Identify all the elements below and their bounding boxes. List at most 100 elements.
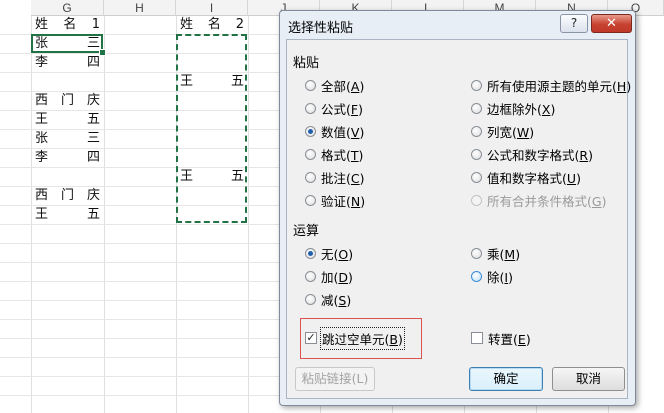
radio-label: 无(O) (321, 246, 354, 262)
cell[interactable]: 李四 (32, 53, 103, 72)
cell-char: 王 (35, 207, 49, 222)
grid-hline (0, 281, 280, 282)
radio-label: 加(D) (321, 269, 353, 285)
ok-button[interactable]: 确定 (469, 367, 543, 391)
radio-label: 公式(F) (321, 101, 363, 117)
cell-char: 庆 (86, 188, 100, 203)
copy-marquee (176, 34, 247, 223)
active-cell-border (31, 34, 103, 53)
grid-hline (0, 224, 280, 225)
cell-char: 姓 (35, 17, 49, 32)
radio-label: 值和数字格式(U) (487, 170, 581, 186)
fill-handle[interactable] (99, 49, 106, 56)
column-header-g[interactable]: G (31, 0, 104, 16)
radio-option[interactable]: 所有合并条件格式(G) (471, 191, 606, 209)
radio-selected-icon[interactable] (305, 247, 316, 259)
radio-label: 边框除外(X) (487, 101, 556, 117)
radio-option[interactable]: 验证(N) (305, 191, 365, 209)
dialog-body: 粘贴 全部(A) 公式(F) 数值(V) 格式(T) 批注(C) 验证(N) 所有使用源主… (286, 39, 631, 399)
radio-option[interactable]: 值和数字格式(U) (471, 168, 581, 186)
radio-option[interactable]: 边框除外(X) (471, 99, 555, 117)
grid-hline (0, 357, 280, 358)
radio-empty-icon[interactable] (305, 102, 316, 114)
radio-empty-icon[interactable] (471, 102, 482, 114)
cell-char: 西 (35, 93, 49, 108)
radio-label: 减(S) (321, 292, 352, 308)
radio-label: 所有合并条件格式(G) (487, 193, 607, 209)
grid-hline (0, 319, 280, 320)
cell-char: 五 (86, 112, 100, 127)
radio-option[interactable]: 公式(F) (305, 99, 363, 117)
transpose-label: 转置(E) (488, 331, 531, 347)
paste-link-button[interactable]: 粘贴链接(L) (295, 367, 375, 391)
radio-option[interactable]: 减(S) (305, 290, 351, 308)
radio-selected-icon[interactable] (305, 125, 316, 137)
cell-char: 王 (35, 112, 49, 127)
radio-empty-icon[interactable] (305, 194, 316, 206)
skip-blanks-label: 跳过空单元(B) (320, 326, 405, 350)
checkbox-check-icon[interactable]: ✓ (305, 332, 317, 344)
radio-empty-icon[interactable] (471, 247, 482, 259)
cell-char: 2 (235, 17, 244, 32)
radio-empty-icon[interactable] (305, 293, 316, 305)
cell-char: 五 (86, 207, 100, 222)
cell[interactable]: 李四 (32, 148, 103, 167)
radio-option[interactable]: 数值(V) (305, 122, 364, 140)
skip-blanks-checkbox[interactable]: ✓ 跳过空单元(B) (305, 326, 405, 350)
close-button[interactable]: ✕ (591, 14, 632, 33)
radio-option[interactable]: 全部(A) (305, 76, 364, 94)
radio-label: 数值(V) (321, 124, 365, 140)
radio-option[interactable]: 格式(T) (305, 145, 363, 163)
paste-special-dialog: 选择性粘贴 ? ✕ 粘贴 全部(A) 公式(F) 数值(V) 格式(T) 批注(C) 验证… (279, 10, 636, 406)
radio-label: 全部(A) (321, 78, 365, 94)
grid-vline (248, 16, 249, 413)
checkbox-empty-icon[interactable] (471, 332, 483, 344)
dialog-titlebar[interactable]: 选择性粘贴 ? ✕ (280, 11, 635, 39)
radio-empty-icon[interactable] (305, 148, 316, 160)
radio-empty-icon[interactable] (305, 270, 316, 282)
paste-section-label: 粘贴 (293, 56, 320, 71)
radio-empty-icon[interactable] (471, 194, 482, 206)
cell-char: 四 (86, 150, 100, 165)
radio-empty-icon[interactable] (471, 148, 482, 160)
column-header-i[interactable]: I (176, 0, 248, 16)
radio-option[interactable]: 批注(C) (305, 168, 365, 186)
column-header-h[interactable]: H (104, 0, 176, 16)
operation-section-label: 运算 (293, 224, 320, 239)
radio-label: 验证(N) (321, 193, 366, 209)
cell[interactable]: 西门庆 (32, 91, 103, 110)
radio-option[interactable]: 无(O) (305, 244, 353, 262)
cancel-button[interactable]: 取消 (552, 367, 625, 391)
radio-empty-icon[interactable] (471, 125, 482, 137)
radio-empty-icon[interactable] (471, 171, 482, 183)
help-button[interactable]: ? (560, 14, 588, 33)
radio-option[interactable]: 所有使用源主题的单元(H) (471, 76, 631, 94)
radio-option[interactable]: 列宽(W) (471, 122, 534, 140)
grid-vline (104, 16, 105, 413)
dialog-title: 选择性粘贴 (288, 21, 354, 36)
grid-hline (0, 262, 280, 263)
cell-char: 门 (60, 188, 74, 203)
cell-char: 李 (35, 55, 49, 70)
radio-empty-icon[interactable] (471, 270, 482, 282)
cell[interactable]: 西门庆 (32, 186, 103, 205)
cell-char: 名 (63, 17, 77, 32)
radio-label: 乘(M) (487, 246, 521, 262)
transpose-checkbox[interactable]: 转置(E) (471, 329, 531, 347)
cell[interactable]: 姓名1 (32, 15, 103, 34)
radio-empty-icon[interactable] (305, 171, 316, 183)
cell-char: 1 (91, 17, 100, 32)
cell[interactable]: 张三 (32, 129, 103, 148)
radio-empty-icon[interactable] (305, 79, 316, 91)
radio-option[interactable]: 乘(M) (471, 244, 520, 262)
radio-option[interactable]: 公式和数字格式(R) (471, 145, 593, 163)
cell[interactable]: 姓名2 (177, 15, 247, 34)
cell-char: 西 (35, 188, 49, 203)
cell[interactable]: 王五 (32, 205, 103, 224)
grid-hline (0, 395, 280, 396)
radio-empty-icon[interactable] (471, 79, 482, 91)
radio-option[interactable]: 除(I) (471, 267, 513, 285)
cell-char: 门 (60, 93, 74, 108)
cell[interactable]: 王五 (32, 110, 103, 129)
radio-option[interactable]: 加(D) (305, 267, 353, 285)
